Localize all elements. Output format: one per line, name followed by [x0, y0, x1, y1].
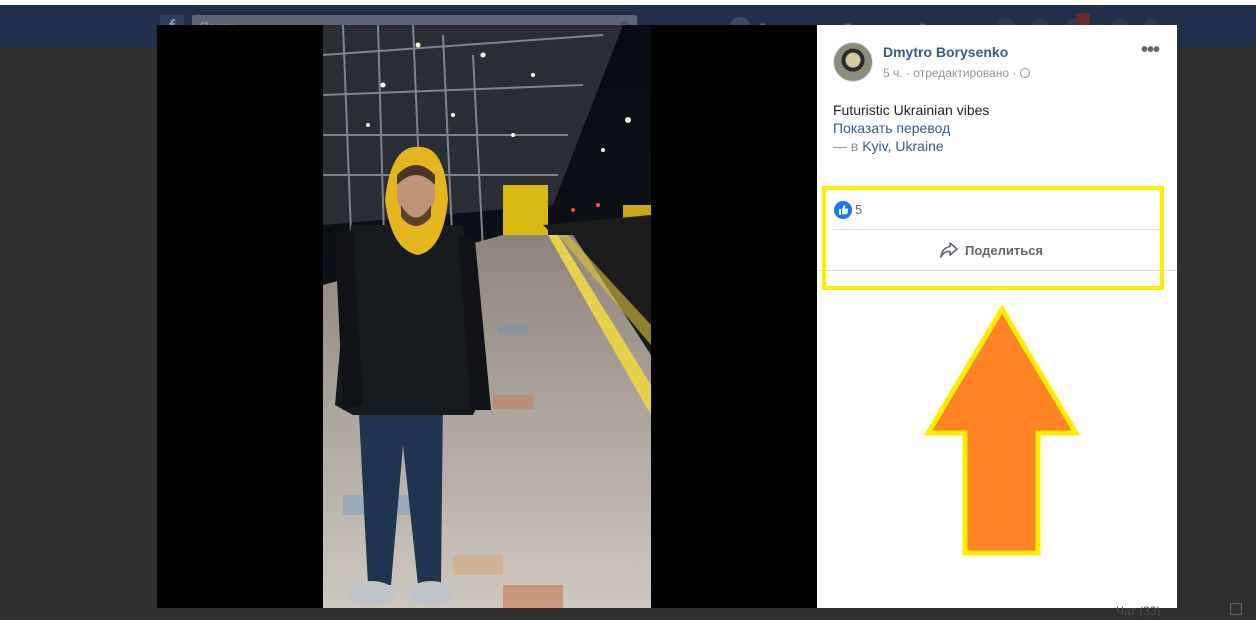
- show-translation-link[interactable]: Показать перевод: [833, 120, 950, 136]
- location-link[interactable]: Kyiv, Ukraine: [862, 138, 943, 154]
- globe-icon[interactable]: [1019, 68, 1030, 78]
- edited-label[interactable]: отредактировано: [913, 66, 1009, 80]
- arrow-up-annotation: [923, 305, 1081, 556]
- compose-icon[interactable]: [1230, 603, 1242, 615]
- post-photo[interactable]: [323, 25, 651, 608]
- post-text: Futuristic Ukrainian vibes: [833, 102, 990, 118]
- more-options-icon[interactable]: •••: [1141, 39, 1160, 62]
- photo-image: [323, 25, 651, 608]
- notification-badge: [1076, 13, 1090, 25]
- post-time[interactable]: 5 ч.: [883, 66, 903, 80]
- post-location: — в Kyiv, Ukraine: [833, 138, 944, 154]
- author-name[interactable]: Dmytro Borysenko: [883, 44, 1008, 60]
- post-meta: 5 ч. · отредактировано ·: [883, 66, 1030, 80]
- chat-label[interactable]: Чат (33): [1116, 604, 1161, 618]
- photo-viewer: [157, 25, 817, 608]
- highlight-box: [822, 186, 1164, 290]
- meta-separator: ·: [1012, 66, 1020, 80]
- author-avatar[interactable]: [833, 42, 873, 82]
- location-prefix: — в: [833, 138, 859, 154]
